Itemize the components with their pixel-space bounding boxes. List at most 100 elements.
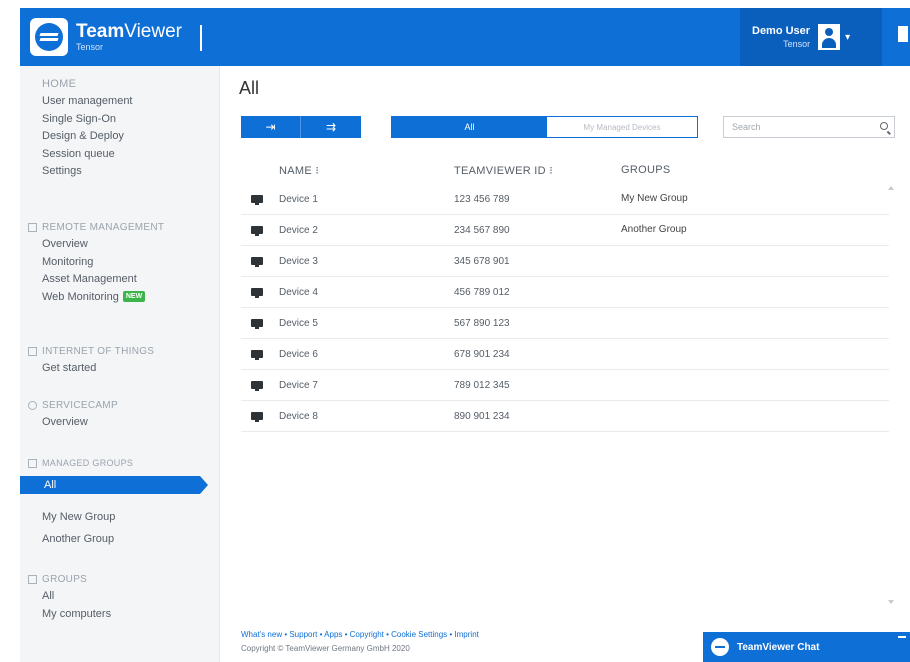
table-row[interactable]: Device 7 789 012 345	[241, 370, 889, 401]
teamviewer-logo-icon	[30, 18, 68, 56]
user-name: Demo User	[752, 25, 811, 37]
sidebar-section-groups: GROUPS All My computers	[20, 574, 220, 623]
main-content: All ⇥ ⇉ All My Managed Devices NAME ⁝ TE…	[221, 66, 910, 662]
sidebar-title-remote: REMOTE MANAGEMENT	[42, 222, 165, 233]
monitor-icon	[251, 195, 263, 205]
sidebar-title-groups: GROUPS	[42, 574, 88, 585]
scroll-up-icon[interactable]	[888, 186, 894, 190]
table-row[interactable]: Device 2 234 567 890 Another Group	[241, 215, 889, 246]
scroll-down-icon[interactable]	[888, 600, 894, 604]
column-header-teamviewer-id[interactable]: TEAMVIEWER ID ⁝	[454, 164, 553, 177]
sidebar-section-home: HOME User management Single Sign-On Desi…	[20, 78, 220, 181]
monitor-icon	[251, 381, 263, 391]
teamviewer-chat-widget[interactable]: TeamViewer Chat	[703, 632, 910, 662]
brand-name-bold: Team	[76, 21, 125, 42]
brand-name-rest: Viewer	[124, 21, 182, 42]
wrench-icon	[28, 223, 37, 232]
sidebar-item-user-management[interactable]: User management	[20, 93, 220, 111]
device-id: 456 789 012	[454, 287, 510, 298]
sidebar-title-iot: INTERNET OF THINGS	[42, 346, 155, 357]
monitor-icon	[251, 226, 263, 236]
chevron-down-icon: ▾	[845, 31, 851, 43]
device-name: Device 1	[279, 194, 318, 205]
table-row[interactable]: Device 6 678 901 234	[241, 339, 889, 370]
brand-text: TeamViewer Tensor	[76, 22, 182, 52]
groups-icon	[28, 575, 37, 584]
chat-icon	[711, 638, 729, 656]
footer-copyright: Copyright © TeamViewer Germany GmbH 2020	[241, 644, 410, 653]
sidebar-item-groups-all[interactable]: All	[20, 588, 220, 606]
assign-device-button[interactable]: ⇉	[301, 116, 361, 138]
sidebar-item-all-managed[interactable]: All	[20, 476, 208, 494]
device-filter-toggle: All My Managed Devices	[391, 116, 698, 138]
user-menu[interactable]: Demo User Tensor ▾	[740, 8, 882, 66]
avatar-icon	[818, 24, 841, 50]
table-header: NAME ⁝ TEAMVIEWER ID ⁝ GROUPS	[241, 160, 891, 182]
sidebar-item-single-sign-on[interactable]: Single Sign-On	[20, 111, 220, 129]
device-name: Device 3	[279, 256, 318, 267]
sidebar-title-servicecamp: SERVICECAMP	[42, 400, 118, 411]
sidebar-item-web-monitoring-label: Web Monitoring	[42, 290, 119, 303]
sidebar-item-settings[interactable]: Settings	[20, 163, 220, 181]
monitor-icon	[251, 257, 263, 267]
device-id: 890 901 234	[454, 411, 510, 422]
monitor-icon	[251, 412, 263, 422]
minimize-icon[interactable]	[898, 636, 906, 638]
page-title: All	[239, 78, 260, 98]
device-id: 567 890 123	[454, 318, 510, 329]
table-row[interactable]: Device 4 456 789 012	[241, 277, 889, 308]
table-row[interactable]: Device 1 123 456 789 My New Group	[241, 184, 889, 215]
device-group: My New Group	[621, 193, 688, 204]
assign-device-icon: ⇉	[325, 120, 337, 134]
table-row[interactable]: Device 8 890 901 234	[241, 401, 889, 432]
sidebar-item-monitoring[interactable]: Monitoring	[20, 254, 220, 272]
sidebar-item-asset-management[interactable]: Asset Management	[20, 271, 220, 289]
sidebar-item-session-queue[interactable]: Session queue	[20, 146, 220, 164]
device-name: Device 6	[279, 349, 318, 360]
device-id: 789 012 345	[454, 380, 510, 391]
sidebar-title-managed-groups: MANAGED GROUPS	[42, 458, 134, 468]
footer-links[interactable]: What's new • Support • Apps • Copyright …	[241, 628, 479, 642]
table-scrollbar[interactable]	[887, 184, 895, 604]
sidebar-section-servicecamp: SERVICECAMP Overview	[20, 400, 220, 432]
monitor-icon	[251, 319, 263, 329]
monitor-icon	[251, 350, 263, 360]
notification-icon[interactable]	[898, 26, 908, 42]
sidebar-item-design-deploy[interactable]: Design & Deploy	[20, 128, 220, 146]
action-button-group: ⇥ ⇉	[241, 116, 361, 138]
top-header-bar: TeamViewer Tensor Demo User Tensor ▾	[20, 8, 910, 66]
sidebar-item-web-monitoring[interactable]: Web Monitoring NEW	[20, 289, 220, 307]
search-input[interactable]	[724, 117, 864, 137]
add-device-button[interactable]: ⇥	[241, 116, 301, 138]
sidebar-item-get-started[interactable]: Get started	[20, 360, 220, 378]
device-name: Device 2	[279, 225, 318, 236]
device-name: Device 5	[279, 318, 318, 329]
filter-all-tab[interactable]: All	[392, 117, 547, 137]
table-row[interactable]: Device 3 345 678 901	[241, 246, 889, 277]
device-name: Device 8	[279, 411, 318, 422]
sidebar-item-servicecamp-overview[interactable]: Overview	[20, 414, 220, 432]
sidebar-item-my-new-group[interactable]: My New Group	[20, 506, 220, 528]
filter-my-devices-tab[interactable]: My Managed Devices	[547, 117, 697, 137]
column-header-groups: GROUPS	[621, 164, 671, 176]
search-icon[interactable]	[880, 122, 888, 130]
device-id: 678 901 234	[454, 349, 510, 360]
device-id: 345 678 901	[454, 256, 510, 267]
sidebar-item-another-group[interactable]: Another Group	[20, 528, 220, 550]
sidebar: HOME User management Single Sign-On Desi…	[20, 66, 220, 662]
search-box	[723, 116, 895, 138]
header-divider	[200, 25, 202, 51]
device-name: Device 4	[279, 287, 318, 298]
sidebar-item-overview[interactable]: Overview	[20, 236, 220, 254]
device-id: 123 456 789	[454, 194, 510, 205]
chat-label: TeamViewer Chat	[737, 641, 820, 653]
sidebar-item-my-computers[interactable]: My computers	[20, 606, 220, 624]
brand-logo-link[interactable]: TeamViewer Tensor	[30, 18, 182, 56]
iot-icon	[28, 347, 37, 356]
table-row[interactable]: Device 5 567 890 123	[241, 308, 889, 339]
sidebar-section-remote-management: REMOTE MANAGEMENT Overview Monitoring As…	[20, 222, 220, 306]
managed-groups-icon	[28, 458, 37, 468]
add-device-icon: ⇥	[265, 120, 276, 134]
column-header-name[interactable]: NAME ⁝	[279, 164, 319, 177]
sidebar-title-home: HOME	[42, 78, 77, 90]
